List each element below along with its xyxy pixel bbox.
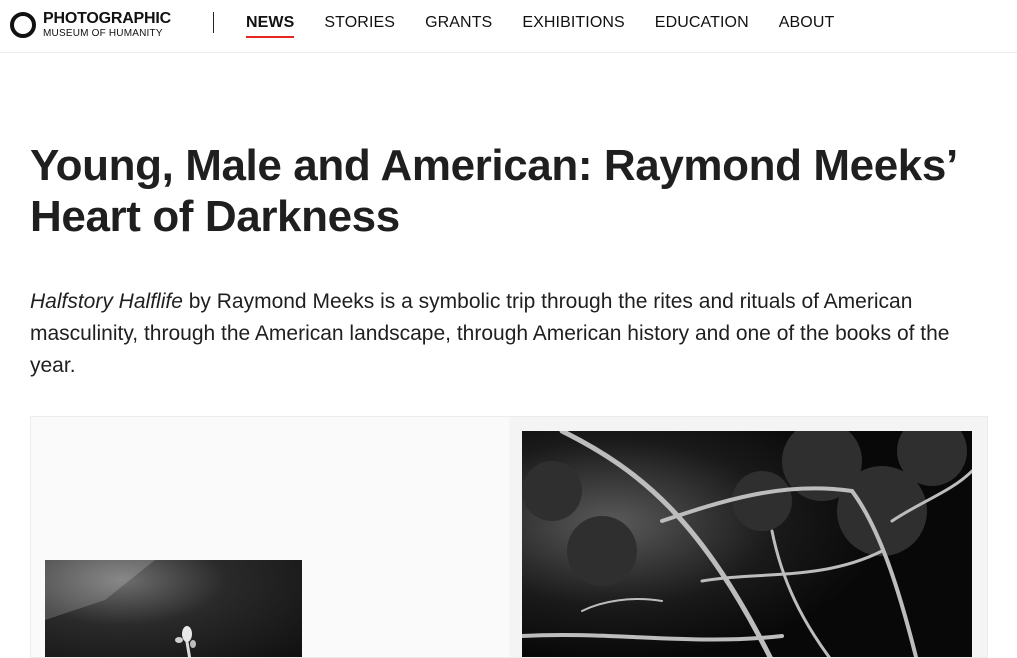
- photo-branches-image[interactable]: [520, 417, 974, 657]
- article-title: Young, Male and American: Raymond Meeks’…: [30, 141, 956, 241]
- logo-line1: PHOTOGRAPHIC: [43, 10, 171, 27]
- photo-gallery: [30, 416, 988, 658]
- nav-item-stories[interactable]: STORIES: [324, 0, 395, 38]
- nav-item-education[interactable]: EDUCATION: [655, 0, 749, 38]
- nav-item-exhibitions[interactable]: EXHIBITIONS: [522, 0, 624, 38]
- ring-icon: [10, 12, 36, 38]
- logo-text: PHOTOGRAPHIC MUSEUM OF HUMANITY: [43, 11, 171, 39]
- gallery-panel-right: [510, 417, 987, 657]
- nav-item-grants[interactable]: GRANTS: [425, 0, 492, 38]
- flower-silhouette-icon: [45, 560, 196, 657]
- main-nav: NEWS STORIES GRANTS EXHIBITIONS EDUCATIO…: [246, 0, 864, 52]
- site-header: PHOTOGRAPHIC MUSEUM OF HUMANITY NEWS STO…: [0, 0, 1017, 53]
- article-intro: Halfstory Halflife by Raymond Meeks is a…: [30, 286, 990, 382]
- header-divider: [213, 12, 214, 33]
- nav-item-about[interactable]: ABOUT: [779, 0, 835, 38]
- nav-item-news[interactable]: NEWS: [246, 0, 295, 38]
- photo-flower-image[interactable]: [45, 560, 302, 657]
- logo-line2: MUSEUM OF HUMANITY: [43, 28, 163, 39]
- site-logo[interactable]: PHOTOGRAPHIC MUSEUM OF HUMANITY: [10, 7, 171, 43]
- gallery-panel-left: [31, 417, 508, 657]
- book-title: Halfstory Halflife: [30, 290, 183, 313]
- branches-scene-icon: [520, 417, 974, 657]
